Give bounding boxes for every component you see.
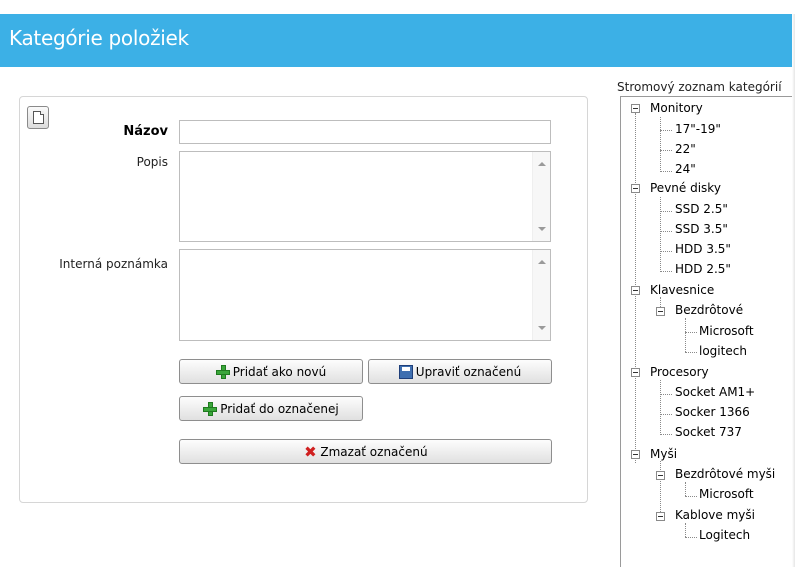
edit-selected-button[interactable]: Upraviť označenú <box>368 359 552 384</box>
tree-line <box>660 461 661 516</box>
tree-line <box>660 130 672 131</box>
tree-node-leaf[interactable]: 22" <box>675 142 696 156</box>
plus-icon <box>203 401 218 416</box>
category-tree[interactable]: Monitory 17"-19" 22" 24" Pevné disky SSD… <box>620 96 795 567</box>
note-scrollbar[interactable] <box>532 250 550 340</box>
tree-line <box>660 380 661 435</box>
page-title: Kategórie položiek <box>9 26 189 50</box>
plus-icon <box>215 364 230 379</box>
description-textarea[interactable] <box>179 151 551 242</box>
window-top-edge <box>0 0 795 14</box>
tree-node-leaf[interactable]: 24" <box>675 162 696 176</box>
tree-node-leaf[interactable]: Socker 1366 <box>675 405 750 419</box>
tree-node-leaf[interactable]: HDD 3.5" <box>675 242 731 256</box>
tree-line <box>660 211 672 212</box>
internal-note-textarea[interactable] <box>179 249 551 341</box>
description-scrollbar[interactable] <box>532 152 550 241</box>
tree-node-leaf[interactable]: SSD 3.5" <box>675 222 728 236</box>
tree-line <box>685 537 697 538</box>
scroll-up-icon[interactable] <box>538 260 546 264</box>
collapse-icon[interactable] <box>631 184 640 193</box>
tree-node-leaf[interactable]: Socket AM1+ <box>675 385 755 399</box>
edit-selected-label: Upraviť označenú <box>415 364 522 379</box>
tree-node-pevne-disky[interactable]: Pevné disky <box>650 181 721 195</box>
tree-line <box>660 414 672 415</box>
tree-node-klavesnice[interactable]: Klavesnice <box>650 283 714 297</box>
tree-node-leaf[interactable]: Microsoft <box>699 324 754 338</box>
tree-line <box>685 318 686 352</box>
tree-line <box>685 482 686 496</box>
tree-node-monitory[interactable]: Monitory <box>650 101 703 115</box>
delete-selected-label: Zmazať označenú <box>320 444 428 459</box>
collapse-icon[interactable] <box>631 286 640 295</box>
scroll-up-icon[interactable] <box>538 162 546 166</box>
tree-line <box>660 394 672 395</box>
tree-line <box>685 352 697 353</box>
tree-node-leaf[interactable]: Socket 737 <box>675 425 742 439</box>
document-icon <box>33 111 44 124</box>
new-page-button[interactable] <box>27 106 49 129</box>
internal-note-label: Interná poznámka <box>59 257 168 271</box>
tree-caption: Stromový zoznam kategórií <box>617 80 782 94</box>
tree-line <box>660 231 672 232</box>
collapse-icon[interactable] <box>631 104 640 113</box>
name-input[interactable] <box>179 120 551 144</box>
tree-line <box>685 332 697 333</box>
description-label: Popis <box>136 155 168 169</box>
add-new-label: Pridať ako novú <box>232 364 327 379</box>
title-bar: Kategórie položiek <box>0 14 795 67</box>
collapse-icon[interactable] <box>656 307 665 316</box>
tree-node-procesory[interactable]: Procesory <box>650 365 709 379</box>
collapse-icon[interactable] <box>656 512 665 521</box>
tree-line <box>685 496 697 497</box>
tree-node-leaf[interactable]: SSD 2.5" <box>675 202 728 216</box>
tree-node-mysi[interactable]: Myši <box>650 447 677 461</box>
tree-node-bezdrotove-mysi[interactable]: Bezdrôtové myši <box>675 467 775 481</box>
tree-line <box>660 171 672 172</box>
tree-line <box>660 271 672 272</box>
tree-node-leaf[interactable]: Microsoft <box>699 487 754 501</box>
category-window: Kategórie položiek Názov Popis Interná p… <box>0 0 795 567</box>
add-to-selected-label: Pridať do označenej <box>220 401 339 416</box>
save-icon <box>398 364 413 379</box>
delete-icon: ✖ <box>304 442 317 461</box>
tree-node-leaf[interactable]: 17"-19" <box>675 122 721 136</box>
collapse-icon[interactable] <box>631 450 640 459</box>
collapse-icon[interactable] <box>656 471 665 480</box>
add-to-selected-button[interactable]: Pridať do označenej <box>179 396 363 421</box>
collapse-icon[interactable] <box>631 368 640 377</box>
scroll-down-icon[interactable] <box>538 227 546 231</box>
tree-node-kablove-mysi[interactable]: Kablove myši <box>675 508 755 522</box>
delete-selected-button[interactable]: ✖ Zmazať označenú <box>179 439 552 464</box>
name-label: Názov <box>123 124 168 139</box>
tree-line <box>660 197 661 272</box>
add-new-button[interactable]: Pridať ako novú <box>179 359 363 384</box>
tree-node-leaf[interactable]: logitech <box>699 344 747 358</box>
tree-line <box>685 523 686 537</box>
tree-line <box>660 434 672 435</box>
scroll-down-icon[interactable] <box>538 326 546 330</box>
tree-node-bezdrotove[interactable]: Bezdrôtové <box>675 303 743 317</box>
tree-node-leaf[interactable]: HDD 2.5" <box>675 262 731 276</box>
tree-node-leaf[interactable]: Logitech <box>699 528 750 542</box>
tree-line <box>660 251 672 252</box>
tree-line <box>660 150 672 151</box>
tree-line <box>660 117 661 172</box>
